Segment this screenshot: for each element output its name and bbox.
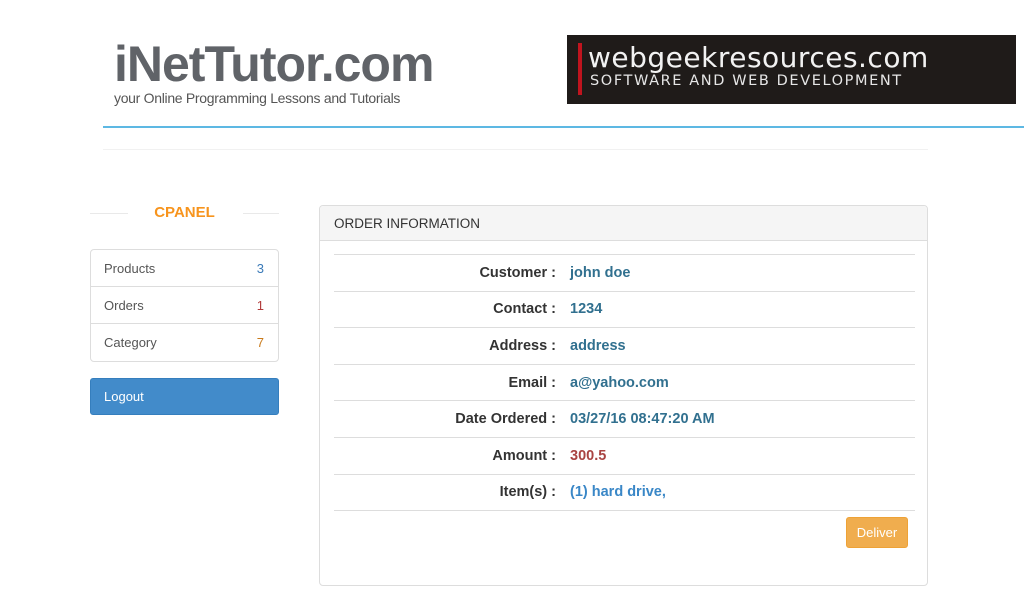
- date-ordered-value: 03/27/16 08:47:20 AM: [570, 411, 715, 428]
- table-row: Address : address: [334, 328, 915, 365]
- sidebar-item-orders[interactable]: Orders 1: [91, 287, 278, 324]
- banner-title: webgeekresources.com: [588, 41, 929, 74]
- table-row: Email : a@yahoo.com: [334, 365, 915, 402]
- items-value: (1) hard drive,: [570, 484, 666, 501]
- deliver-button[interactable]: Deliver: [846, 517, 908, 548]
- sidebar-menu: Products 3 Orders 1 Category 7: [90, 249, 279, 362]
- header-shadow-line: [103, 149, 928, 150]
- category-count-badge: 7: [256, 335, 264, 350]
- sidebar-item-label: Products: [104, 260, 156, 276]
- items-label: Item(s) :: [499, 484, 556, 501]
- order-information-panel: ORDER INFORMATION Customer : john doe Co…: [319, 205, 928, 586]
- table-row: Date Ordered : 03/27/16 08:47:20 AM: [334, 401, 915, 438]
- contact-value: 1234: [570, 301, 603, 318]
- table-row: Item(s) : (1) hard drive,: [334, 475, 915, 512]
- cpanel-title: CPANEL: [154, 204, 215, 221]
- amount-value: 300.5: [570, 447, 607, 464]
- contact-label: Contact :: [493, 301, 556, 318]
- sidebar-item-label: Orders: [104, 297, 144, 313]
- table-row: Contact : 1234: [334, 292, 915, 329]
- sidebar-item-label: Category: [104, 335, 157, 350]
- customer-label: Customer :: [479, 264, 556, 281]
- address-label: Address :: [489, 337, 556, 354]
- sidebar-item-category[interactable]: Category 7: [91, 324, 278, 361]
- banner-accent-bar: [578, 43, 582, 95]
- banner-subtitle: SOFTWARE AND WEB DEVELOPMENT: [590, 73, 903, 89]
- panel-heading: ORDER INFORMATION: [320, 206, 927, 241]
- site-logo[interactable]: iNetTutor.com your Online Programming Le…: [114, 36, 434, 106]
- sidebar-item-products[interactable]: Products 3: [91, 250, 278, 287]
- address-value: address: [570, 337, 626, 354]
- sponsor-banner[interactable]: webgeekresources.com SOFTWARE AND WEB DE…: [567, 35, 1016, 104]
- amount-label: Amount :: [492, 447, 556, 464]
- logo-subtitle: your Online Programming Lessons and Tuto…: [114, 90, 401, 106]
- email-label: Email :: [508, 374, 556, 391]
- order-details-table: Customer : john doe Contact : 1234 Addre…: [334, 254, 915, 512]
- orders-count-badge: 1: [256, 297, 264, 313]
- header-divider: [103, 126, 1024, 128]
- table-row: Amount : 300.5: [334, 438, 915, 475]
- logo-title: iNetTutor.com: [114, 36, 434, 92]
- date-ordered-label: Date Ordered :: [455, 411, 556, 428]
- email-value: a@yahoo.com: [570, 374, 669, 391]
- cpanel-heading: CPANEL: [90, 204, 279, 224]
- customer-value: john doe: [570, 264, 631, 281]
- logout-button[interactable]: Logout: [90, 378, 279, 415]
- table-row: Customer : john doe: [334, 255, 915, 292]
- products-count-badge: 3: [256, 260, 264, 276]
